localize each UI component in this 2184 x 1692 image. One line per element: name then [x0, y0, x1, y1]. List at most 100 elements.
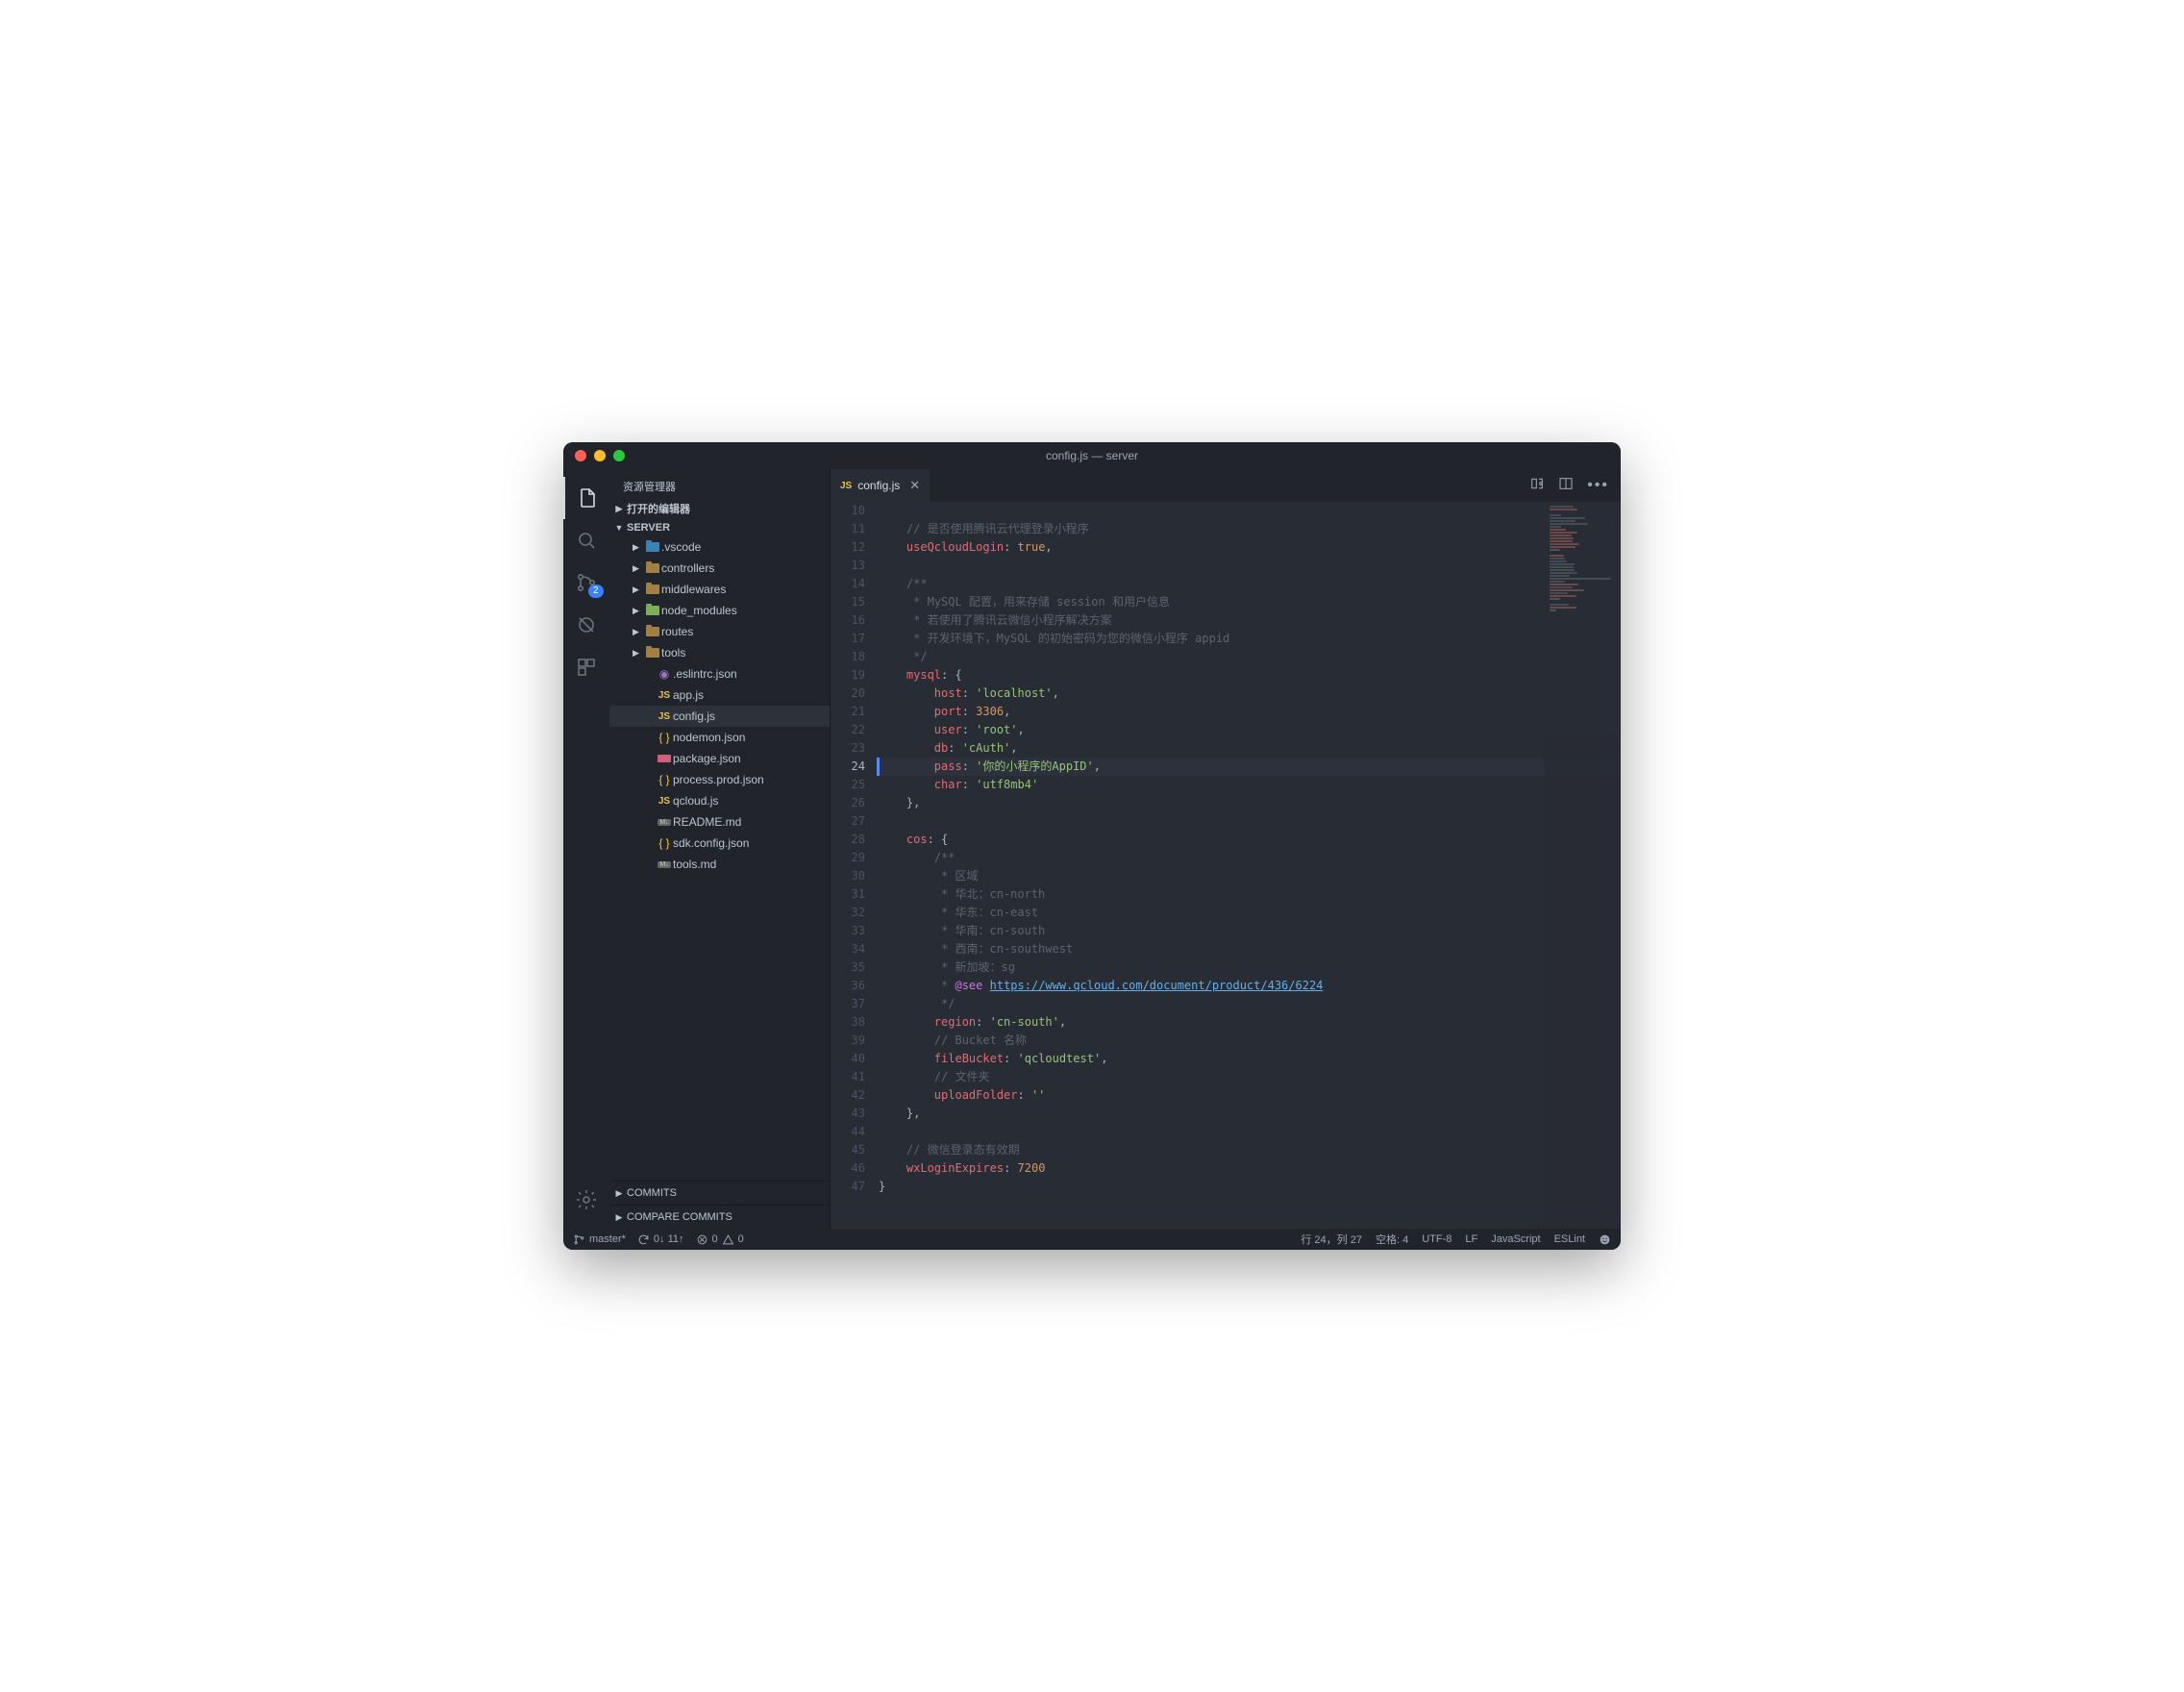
code-line[interactable]: */	[877, 995, 1621, 1013]
code-line[interactable]: */	[877, 648, 1621, 666]
open-editors-header[interactable]: ▶ 打开的编辑器	[609, 498, 830, 519]
sync-status[interactable]: 0↓ 11↑	[637, 1233, 684, 1246]
line-number: 32	[831, 904, 865, 922]
code-line[interactable]: // 是否使用腾讯云代理登录小程序	[877, 520, 1621, 538]
tree-item-label: tools	[661, 646, 685, 659]
search-icon[interactable]	[563, 519, 609, 561]
tab-config-js[interactable]: JS config.js ✕	[831, 469, 930, 502]
code-line[interactable]: // 文件夹	[877, 1068, 1621, 1086]
line-number: 25	[831, 776, 865, 794]
tree-file[interactable]: JSconfig.js	[609, 706, 830, 727]
code-line[interactable]: * MySQL 配置，用来存储 session 和用户信息	[877, 593, 1621, 611]
code-line[interactable]: * 华东：cn-east	[877, 904, 1621, 922]
tree-file[interactable]: { }sdk.config.json	[609, 833, 830, 854]
tree-file[interactable]: package.json	[609, 748, 830, 769]
code-line[interactable]: * 若使用了腾讯云微信小程序解决方案	[877, 611, 1621, 630]
extensions-icon[interactable]	[563, 646, 609, 688]
minimap[interactable]	[1544, 502, 1621, 1229]
code-line[interactable]: // 微信登录态有效期	[877, 1141, 1621, 1159]
window-title: config.js — server	[1046, 449, 1138, 462]
tree-folder[interactable]: ▶middlewares	[609, 579, 830, 600]
tree-file[interactable]: JSqcloud.js	[609, 790, 830, 811]
minimize-window-button[interactable]	[594, 450, 606, 461]
branch-label: master*	[589, 1233, 626, 1245]
tree-folder[interactable]: ▶.vscode	[609, 536, 830, 558]
code-line[interactable]	[877, 557, 1621, 575]
tree-folder[interactable]: ▶routes	[609, 621, 830, 642]
js-file-icon: JS	[840, 481, 852, 491]
code-line[interactable]: /**	[877, 849, 1621, 867]
close-icon[interactable]: ✕	[909, 478, 920, 493]
line-number: 28	[831, 831, 865, 849]
code-line[interactable]: mysql: {	[877, 666, 1621, 684]
tabs: JS config.js ✕ •••	[831, 469, 1621, 502]
code-line[interactable]: * @see https://www.qcloud.com/document/p…	[877, 977, 1621, 995]
encoding[interactable]: UTF-8	[1422, 1232, 1452, 1247]
code-line[interactable]: pass: '你的小程序的AppID',	[877, 758, 1621, 776]
code-line[interactable]: * 华北：cn-north	[877, 885, 1621, 904]
close-window-button[interactable]	[575, 450, 586, 461]
tree-file[interactable]: M↓README.md	[609, 811, 830, 833]
code-line[interactable]: db: 'cAuth',	[877, 739, 1621, 758]
code-line[interactable]: /**	[877, 575, 1621, 593]
tree-file[interactable]: ◉.eslintrc.json	[609, 663, 830, 684]
tree-file[interactable]: { }process.prod.json	[609, 769, 830, 790]
code-line[interactable]	[877, 812, 1621, 831]
tree-folder[interactable]: ▶controllers	[609, 558, 830, 579]
compare-commits-header[interactable]: ▶ COMPARE COMMITS	[609, 1205, 830, 1229]
tree-file[interactable]: M↓tools.md	[609, 854, 830, 875]
code-line[interactable]	[877, 502, 1621, 520]
code-line[interactable]: cos: {	[877, 831, 1621, 849]
code-line[interactable]: }	[877, 1178, 1621, 1196]
code-line[interactable]: host: 'localhost',	[877, 684, 1621, 703]
eslint-status[interactable]: ESLint	[1554, 1232, 1585, 1247]
code-line[interactable]: port: 3306,	[877, 703, 1621, 721]
source-control-icon[interactable]	[563, 561, 609, 604]
line-number: 24	[831, 758, 865, 776]
compare-changes-icon[interactable]	[1529, 476, 1545, 496]
more-icon[interactable]: •••	[1587, 477, 1609, 494]
code-line[interactable]: // Bucket 名称	[877, 1032, 1621, 1050]
code-line[interactable]: * 西南：cn-southwest	[877, 940, 1621, 958]
tree-folder[interactable]: ▶node_modules	[609, 600, 830, 621]
cursor-position[interactable]: 行 24，列 27	[1301, 1232, 1362, 1247]
commits-header[interactable]: ▶ COMMITS	[609, 1181, 830, 1205]
eol[interactable]: LF	[1465, 1232, 1477, 1247]
code-line[interactable]: * 华南：cn-south	[877, 922, 1621, 940]
tree-file[interactable]: JSapp.js	[609, 684, 830, 706]
line-number: 46	[831, 1159, 865, 1178]
debug-icon[interactable]	[563, 604, 609, 646]
settings-gear-icon[interactable]	[563, 1179, 609, 1221]
code-line[interactable]: uploadFolder: ''	[877, 1086, 1621, 1105]
code-line[interactable]: * 区域	[877, 867, 1621, 885]
code-line[interactable]: },	[877, 794, 1621, 812]
branch-status[interactable]: master*	[573, 1233, 626, 1246]
code-line[interactable]: * 新加坡：sg	[877, 958, 1621, 977]
feedback-icon[interactable]	[1599, 1232, 1611, 1247]
tree-folder[interactable]: ▶tools	[609, 642, 830, 663]
line-number: 36	[831, 977, 865, 995]
language-mode[interactable]: JavaScript	[1491, 1232, 1540, 1247]
line-number: 10	[831, 502, 865, 520]
code-line[interactable]: wxLoginExpires: 7200	[877, 1159, 1621, 1178]
code-line[interactable]: fileBucket: 'qcloudtest',	[877, 1050, 1621, 1068]
indentation[interactable]: 空格: 4	[1376, 1232, 1408, 1247]
code-line[interactable]: char: 'utf8mb4'	[877, 776, 1621, 794]
maximize-window-button[interactable]	[613, 450, 625, 461]
tree-file[interactable]: { }nodemon.json	[609, 727, 830, 748]
split-editor-icon[interactable]	[1558, 476, 1574, 496]
code-line[interactable]: * 开发环境下，MySQL 的初始密码为您的微信小程序 appid	[877, 630, 1621, 648]
problems-status[interactable]: 0 0	[696, 1233, 744, 1246]
explorer-icon[interactable]	[563, 477, 609, 519]
code-line[interactable]: region: 'cn-south',	[877, 1013, 1621, 1032]
folder-root-header[interactable]: ▼ SERVER	[609, 519, 830, 536]
code-line[interactable]: user: 'root',	[877, 721, 1621, 739]
code-line[interactable]: },	[877, 1105, 1621, 1123]
editor[interactable]: 1011121314151617181920212223242526272829…	[831, 502, 1621, 1229]
line-number: 41	[831, 1068, 865, 1086]
chevron-right-icon: ▶	[633, 627, 644, 637]
code-line[interactable]	[877, 1123, 1621, 1141]
code[interactable]: // 是否使用腾讯云代理登录小程序 useQcloudLogin: true, …	[877, 502, 1621, 1229]
code-line[interactable]: useQcloudLogin: true,	[877, 538, 1621, 557]
tree-item-label: .vscode	[661, 540, 701, 554]
